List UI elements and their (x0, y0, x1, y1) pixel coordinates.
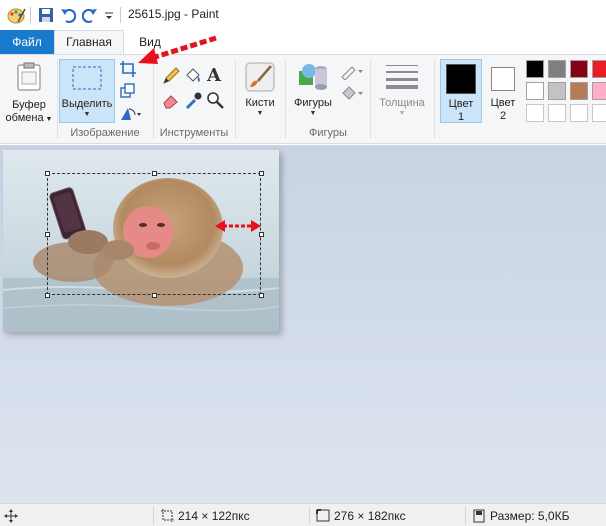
tools-group-label: Инструменты (159, 127, 229, 139)
palette-color-swatch[interactable] (592, 82, 606, 100)
fill-bucket-icon[interactable] (184, 67, 202, 85)
palette-color-swatch[interactable] (570, 82, 588, 100)
shapes-button[interactable]: Фигуры ▼ (290, 59, 336, 123)
brushes-button[interactable]: Кисти ▼ (238, 59, 282, 123)
undo-icon[interactable] (60, 6, 76, 24)
palette-color-swatch[interactable] (526, 60, 544, 78)
color2-swatch (491, 67, 515, 91)
shapes-group-label: Фигуры (309, 127, 347, 139)
clipboard-icon (17, 62, 41, 91)
palette-color-swatch[interactable] (526, 82, 544, 100)
save-icon[interactable] (38, 6, 54, 24)
palette-color-swatch[interactable] (548, 60, 566, 78)
redo-icon[interactable] (82, 6, 98, 24)
title-separator (30, 7, 31, 23)
selection-rectangle[interactable] (47, 173, 261, 295)
size-button: Толщина ▼ (374, 59, 430, 123)
palette-empty-swatch[interactable] (592, 104, 606, 122)
color1-number: 1 (457, 111, 465, 123)
customize-quick-access-icon[interactable] (103, 6, 115, 24)
selection-handle[interactable] (259, 232, 264, 237)
select-button[interactable]: Выделить ▼ (59, 59, 115, 123)
file-size-text: Размер: 5,0КБ (490, 509, 570, 523)
selection-handle[interactable] (45, 293, 50, 298)
image-size-icon (316, 509, 330, 522)
status-separator (309, 506, 310, 525)
line-thickness-icon (386, 65, 418, 89)
paint-app-icon[interactable] (6, 6, 26, 24)
status-separator (153, 506, 154, 525)
eraser-icon[interactable] (162, 91, 180, 109)
shapes-label: Фигуры (294, 97, 332, 109)
selection-handle[interactable] (45, 232, 50, 237)
magnifier-icon[interactable] (206, 91, 224, 109)
pencil-icon[interactable] (162, 67, 180, 85)
clipboard-label-line2: обмена (5, 112, 44, 124)
rotate-icon[interactable] (119, 104, 145, 122)
window-title: 25615.jpg - Paint (128, 7, 219, 21)
palette-color-swatch[interactable] (592, 60, 606, 78)
chevron-down-icon: ▼ (398, 110, 406, 117)
select-rectangle-icon (72, 66, 102, 90)
group-separator (370, 59, 371, 139)
selection-handle[interactable] (152, 293, 157, 298)
color2-button[interactable]: Цвет 2 (486, 59, 520, 123)
size-label: Толщина (379, 97, 425, 109)
text-tool-icon[interactable]: A (207, 65, 225, 86)
color1-button[interactable]: Цвет 1 (440, 59, 482, 123)
tab-home[interactable]: Главная (54, 30, 124, 55)
file-size-icon (473, 509, 485, 523)
clipboard-button[interactable]: Буфер обмена ▼ (4, 59, 54, 127)
pointer-arrow-annotation-icon (138, 35, 217, 64)
title-bar: 25615.jpg - Paint (0, 0, 606, 30)
brushes-label: Кисти (245, 97, 275, 109)
ribbon: Буфер обмена ▼ Выделить ▼ Изображение A (0, 54, 606, 144)
image-size-text: 276 × 182пкс (334, 509, 406, 523)
color1-label: Цвет (448, 98, 474, 110)
title-separator (120, 7, 121, 23)
color1-swatch (446, 64, 476, 94)
selection-handle[interactable] (259, 171, 264, 176)
selection-handle[interactable] (45, 171, 50, 176)
crop-icon[interactable] (119, 60, 137, 78)
palette-empty-swatch[interactable] (548, 104, 566, 122)
shape-fill-icon[interactable] (340, 84, 364, 102)
resize-icon[interactable] (119, 82, 137, 100)
palette-empty-swatch[interactable] (526, 104, 544, 122)
chevron-down-icon: ▼ (83, 111, 91, 118)
color2-number: 2 (499, 110, 507, 122)
group-separator (235, 59, 236, 139)
status-bar: 214 × 122пкс 276 × 182пкс Размер: 5,0КБ (0, 503, 606, 526)
select-label: Выделить (61, 98, 113, 110)
chevron-down-icon: ▼ (309, 110, 317, 117)
color2-label: Цвет (490, 97, 516, 109)
palette-color-swatch[interactable] (570, 60, 588, 78)
palette-empty-swatch[interactable] (570, 104, 588, 122)
selection-handle[interactable] (259, 293, 264, 298)
tab-file[interactable]: Файл (0, 30, 54, 54)
chevron-down-icon: ▼ (256, 110, 264, 117)
selection-size-text: 214 × 122пкс (178, 509, 250, 523)
group-separator (434, 59, 435, 139)
clipboard-label-line1: Буфер (12, 99, 46, 111)
selection-size-icon (161, 509, 174, 522)
shapes-icon (299, 64, 327, 90)
palette-color-swatch[interactable] (548, 82, 566, 100)
ribbon-tabs: Файл Главная Вид (0, 30, 606, 55)
image-group-label: Изображение (70, 127, 140, 139)
selection-handle[interactable] (152, 171, 157, 176)
status-separator (465, 506, 466, 525)
group-separator (285, 59, 286, 139)
brush-icon (245, 62, 275, 92)
color-picker-icon[interactable] (184, 91, 202, 109)
cursor-position-icon (4, 509, 18, 523)
shape-outline-icon[interactable] (340, 62, 364, 80)
